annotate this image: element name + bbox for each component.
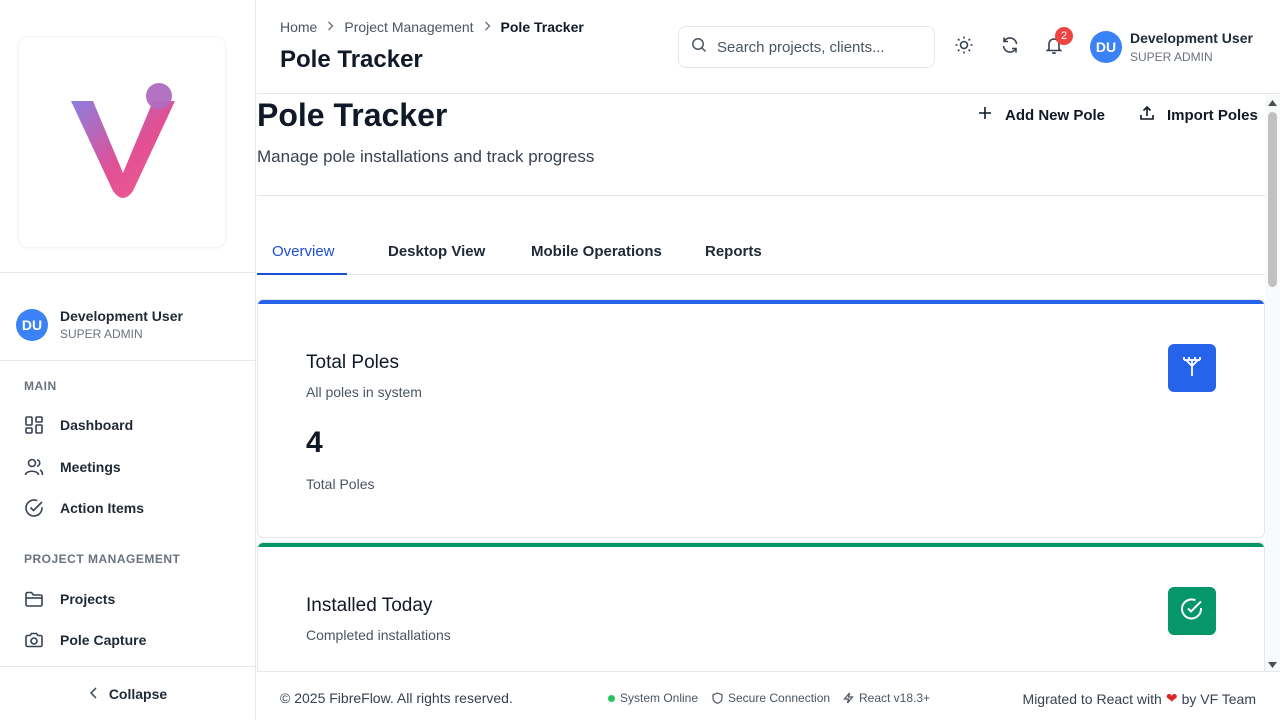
collapse-button[interactable]: Collapse [0,666,256,720]
breadcrumb-home[interactable]: Home [280,19,317,35]
check-circle-icon [1179,596,1205,627]
avatar: DU [1090,31,1122,63]
check-circle-icon [24,498,52,518]
online-dot-icon [608,694,615,702]
page-subtitle: Manage pole installations and track prog… [257,147,595,166]
sidebar-item-dashboard[interactable]: Dashboard [24,410,232,440]
page-title: Pole Tracker [257,97,448,133]
sidebar-item-label: Pole Capture [60,632,147,648]
section-title-project-management: PROJECT MANAGEMENT [24,552,181,566]
tab-overview[interactable]: Overview [257,231,347,275]
search-icon [691,37,707,58]
lightning-icon [843,692,854,704]
sun-icon [954,35,974,60]
status-react: React v18.3+ [843,691,930,705]
header-user-menu[interactable]: DU Development User SUPER ADMIN [1090,30,1253,64]
sidebar-item-pole-capture[interactable]: Pole Capture [24,625,232,655]
refresh-icon [1001,36,1019,59]
breadcrumb-project-management[interactable]: Project Management [344,19,473,35]
tab-bar: Overview Desktop View Mobile Operations … [257,231,1265,275]
upload-icon [1139,105,1155,125]
chevron-left-icon [89,686,99,702]
status-online-label: System Online [620,691,699,705]
stat-card-installed-today: Installed Today Completed installations [257,542,1265,671]
main-scrollbar[interactable] [1265,95,1280,671]
refresh-button[interactable] [995,33,1025,61]
breadcrumb: Home Project Management Pole Tracker [280,19,584,35]
notifications-button[interactable]: 2 [1039,27,1073,61]
tab-reports[interactable]: Reports [705,231,762,275]
chevron-right-icon [327,20,334,34]
sidebar-item-projects[interactable]: Projects [24,584,232,614]
add-new-pole-label: Add New Pole [1005,106,1106,124]
sidebar-item-meetings[interactable]: Meetings [24,452,232,482]
status-secure: Secure Connection [712,691,830,705]
sidebar: DU Development User SUPER ADMIN MAIN Das… [0,0,256,720]
sidebar-item-label: Projects [60,591,116,607]
card-icon-box [1168,344,1216,392]
shield-icon [712,692,723,704]
card-title: Installed Today [306,595,433,616]
user-name: Development User [60,308,183,324]
top-header: Home Project Management Pole Tracker Pol… [257,0,1280,94]
breadcrumb-current: Pole Tracker [500,19,584,35]
sidebar-item-label: Action Items [60,500,145,516]
notification-badge: 2 [1055,27,1073,45]
search-input[interactable] [717,38,917,56]
search-box[interactable] [678,26,935,68]
status-react-label: React v18.3+ [859,691,931,705]
user-role: SUPER ADMIN [60,327,143,341]
card-icon-box [1168,587,1216,635]
brand-logo [71,83,175,198]
heart-icon: ❤ [1165,690,1178,706]
users-icon [24,457,52,477]
main-content: Pole Tracker Manage pole installations a… [257,95,1265,671]
plus-icon [977,105,993,125]
import-poles-label: Import Poles [1167,106,1258,124]
header-divider [257,195,1265,196]
avatar: DU [16,308,48,341]
scroll-up-arrow[interactable] [1267,97,1278,109]
camera-icon [24,630,52,650]
user-name: Development User [1130,30,1253,46]
copyright-text: © 2025 FibreFlow. All rights reserved. [280,690,513,706]
sidebar-item-label: Dashboard [60,417,134,433]
footer-credit: Migrated to React with ❤ by VF Team [1023,690,1256,707]
sidebar-item-action-items[interactable]: Action Items [24,493,232,523]
tab-mobile-operations[interactable]: Mobile Operations [531,231,662,275]
sidebar-user[interactable]: DU Development User SUPER ADMIN [16,308,183,341]
status-online: System Online [608,691,698,705]
folder-icon [24,589,52,609]
credit-suffix: by VF Team [1181,690,1256,707]
page-footer: © 2025 FibreFlow. All rights reserved. S… [257,671,1280,720]
logo-card [18,36,226,248]
app-root: DU Development User SUPER ADMIN MAIN Das… [0,0,1280,720]
sidebar-divider [0,360,256,361]
theme-toggle-button[interactable] [949,33,979,61]
collapse-label: Collapse [108,685,168,702]
tab-desktop-view[interactable]: Desktop View [388,231,485,275]
dashboard-icon [24,415,52,435]
card-title: Total Poles [306,352,399,373]
chevron-right-icon [484,20,491,34]
status-secure-label: Secure Connection [728,691,831,705]
user-role: SUPER ADMIN [1130,50,1213,64]
sidebar-item-label: Meetings [60,459,121,475]
add-new-pole-button[interactable]: Add New Pole [977,105,1105,125]
card-accent-bar [258,543,1264,547]
import-poles-button[interactable]: Import Poles [1139,105,1258,125]
antenna-icon [1179,353,1205,384]
stat-card-total-poles: Total Poles All poles in system 4 Total … [257,299,1265,538]
card-subtitle: Completed installations [306,627,451,643]
header-title: Pole Tracker [280,46,423,73]
section-title-main: MAIN [24,379,57,393]
card-footer: Total Poles [306,476,375,492]
credit-prefix: Migrated to React with [1022,690,1162,707]
sidebar-divider [0,272,256,273]
card-accent-bar [258,300,1264,304]
scrollbar-thumb[interactable] [1268,112,1277,287]
scroll-down-arrow[interactable] [1267,659,1278,671]
card-subtitle: All poles in system [306,384,422,400]
card-value: 4 [306,426,323,459]
